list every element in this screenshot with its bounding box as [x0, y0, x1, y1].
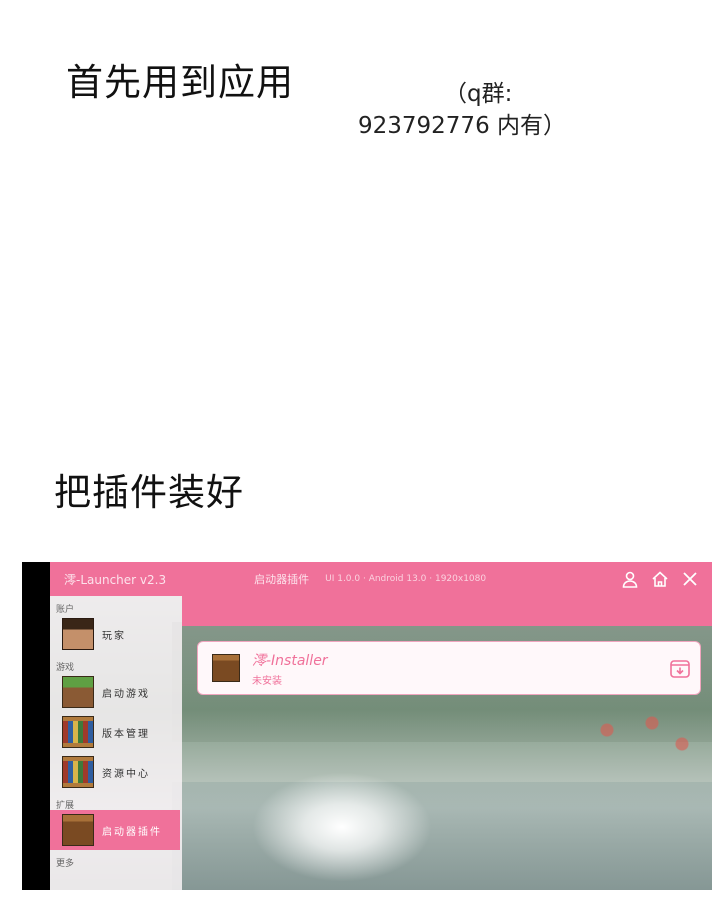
- player-avatar-icon: [62, 618, 94, 650]
- user-icon[interactable]: [620, 569, 640, 589]
- section-account: 账户: [56, 605, 75, 615]
- step2-caption: 把插件装好: [54, 471, 244, 514]
- sidebar-item-label: 版本管理: [102, 728, 150, 740]
- bookshelf-icon: [62, 756, 94, 788]
- account-name: 玩家: [102, 630, 126, 642]
- title-bar: 澪-Launcher v2.3 启动器插件 UI 1.0.0 · Android…: [50, 562, 712, 596]
- close-icon[interactable]: [680, 569, 700, 589]
- plugin-card[interactable]: 澪-Installer 未安装: [197, 641, 701, 695]
- qq-group-note: （q群: 923792776 内有）: [358, 78, 598, 142]
- section-more: 更多: [56, 859, 75, 869]
- sidebar-item-launch[interactable]: 启动游戏: [50, 672, 182, 712]
- page-title: 启动器插件: [254, 573, 310, 586]
- note-line-2: 923792776 内有）: [358, 113, 567, 139]
- sidebar: 账户 玩家 游戏 启动游戏 版本管理 资源中心 扩展 启动器插件 更多: [50, 596, 182, 890]
- sidebar-item-label: 启动器插件: [102, 826, 162, 838]
- plugin-status: 未安装: [252, 675, 282, 687]
- background-flowers: [562, 702, 712, 772]
- sidebar-item-label: 资源中心: [102, 768, 150, 780]
- bookshelf-icon: [62, 716, 94, 748]
- app-title: 澪-Launcher v2.3: [64, 572, 167, 587]
- content-header-strip: [182, 596, 712, 626]
- section-extra: 扩展: [56, 801, 75, 811]
- step1-caption: 首先用到应用: [66, 61, 294, 104]
- crafting-table-icon: [62, 814, 94, 846]
- download-icon[interactable]: [668, 656, 692, 680]
- sidebar-item-plugins[interactable]: 启动器插件: [50, 810, 180, 850]
- section-game: 游戏: [56, 663, 75, 673]
- note-line-1: （q群:: [444, 81, 513, 107]
- sidebar-item-versions[interactable]: 版本管理: [50, 712, 182, 752]
- launcher-screenshot: 澪-Launcher v2.3 启动器插件 UI 1.0.0 · Android…: [22, 562, 712, 890]
- crafting-table-icon: [212, 654, 240, 682]
- sidebar-item-account[interactable]: 玩家: [50, 614, 182, 654]
- plugin-name: 澪-Installer: [252, 652, 328, 669]
- version-info: UI 1.0.0 · Android 13.0 · 1920x1080: [325, 574, 487, 584]
- sidebar-item-label: 启动游戏: [102, 688, 150, 700]
- sidebar-item-resources[interactable]: 资源中心: [50, 752, 182, 792]
- home-icon[interactable]: [650, 569, 670, 589]
- left-black-bar: [22, 562, 50, 890]
- grass-block-icon: [62, 676, 94, 708]
- background-sun-glare: [252, 772, 432, 882]
